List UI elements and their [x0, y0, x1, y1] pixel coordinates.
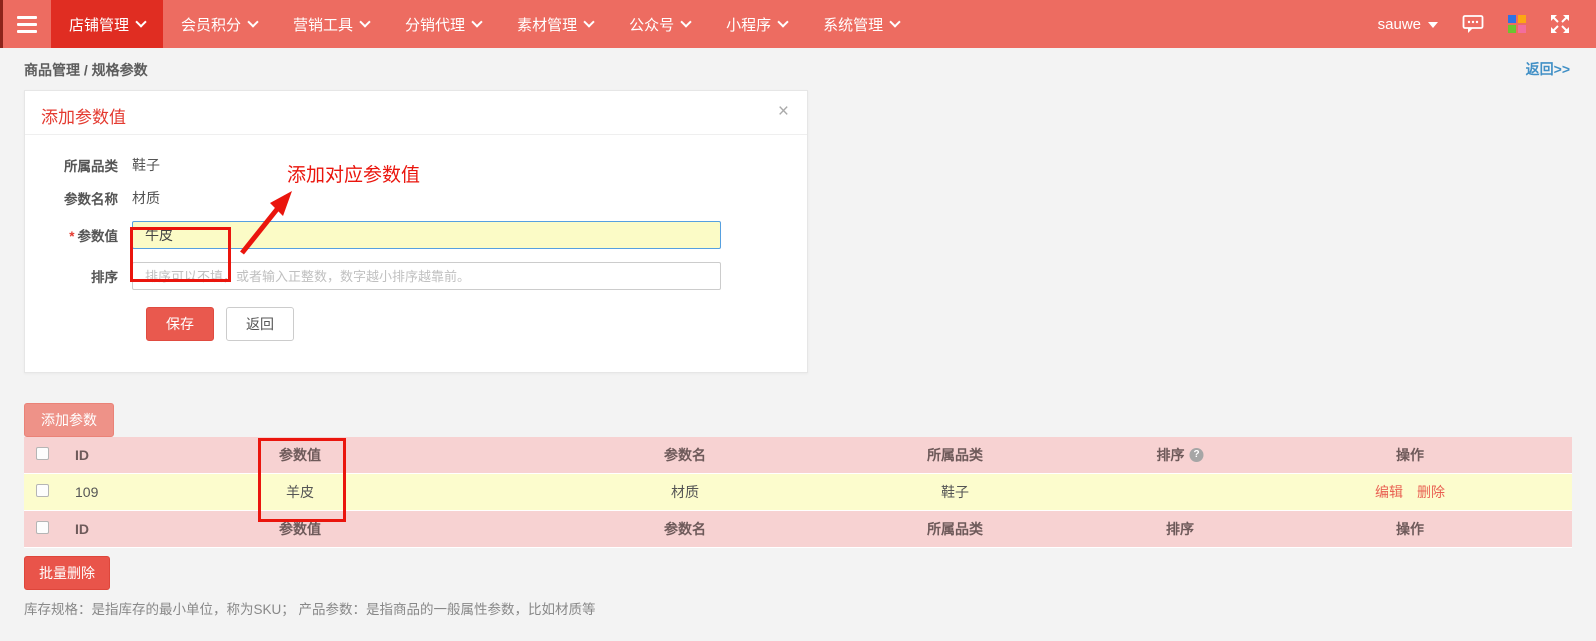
apps-button[interactable]	[1508, 15, 1526, 33]
chevron-down-icon	[680, 16, 691, 27]
nav-menu: 店铺管理 会员积分 营销工具 分销代理 素材管理 公众号 小程序 系统管理	[51, 0, 917, 48]
header-name: 参数名	[664, 445, 706, 465]
add-param-value-modal: 添加参数值 × 所属品类 鞋子 参数名称 材质 *参数值 排序 保存 返回	[24, 90, 808, 373]
category-row: 所属品类 鞋子	[25, 155, 807, 175]
param-value-row: *参数值	[25, 221, 807, 249]
apps-grid-icon	[1508, 15, 1526, 33]
header-action: 操作	[1396, 445, 1424, 465]
header-sort: 排序	[1166, 519, 1194, 539]
header-value: 参数值	[279, 519, 321, 539]
cell-category: 鞋子	[941, 482, 969, 502]
help-icon[interactable]: ?	[1190, 448, 1204, 462]
table-row: 109 羊皮 材质 鞋子 编辑删除	[24, 474, 1572, 511]
cell-name: 材质	[671, 482, 699, 502]
params-table: ID 参数值 参数名 所属品类 排序? 操作 109 羊皮 材质 鞋子 编辑删除…	[24, 437, 1572, 548]
username: sauwe	[1378, 16, 1421, 33]
row-checkbox[interactable]	[36, 484, 49, 500]
nav-item-distribution-agent[interactable]: 分销代理	[387, 0, 499, 48]
header-category: 所属品类	[927, 445, 983, 465]
table-header-row-top: ID 参数值 参数名 所属品类 排序? 操作	[24, 437, 1572, 474]
caret-down-icon	[1428, 22, 1438, 28]
header-category: 所属品类	[927, 519, 983, 539]
sort-label: 排序	[25, 266, 132, 286]
cell-actions: 编辑删除	[1375, 482, 1445, 502]
fullscreen-icon	[1550, 14, 1570, 34]
param-value-input[interactable]	[132, 221, 721, 249]
param-name-value: 材质	[132, 188, 160, 208]
nav-item-marketing-tools[interactable]: 营销工具	[275, 0, 387, 48]
nav-item-official-account[interactable]: 公众号	[611, 0, 708, 48]
add-param-button[interactable]: 添加参数	[24, 403, 114, 437]
required-asterisk: *	[69, 229, 74, 244]
nav-item-system-management[interactable]: 系统管理	[805, 0, 917, 48]
cell-id: 109	[75, 484, 98, 500]
select-all-checkbox[interactable]	[36, 521, 49, 537]
modal-buttons: 保存 返回	[146, 307, 807, 341]
header-id: ID	[75, 521, 89, 537]
header-id: ID	[75, 447, 89, 463]
select-all-checkbox[interactable]	[36, 447, 49, 463]
param-name-row: 参数名称 材质	[25, 188, 807, 208]
messages-button[interactable]	[1462, 14, 1484, 34]
header-sort: 排序?	[1157, 445, 1204, 465]
param-value-label: *参数值	[25, 225, 132, 245]
back-link[interactable]: 返回>>	[1526, 59, 1570, 79]
back-button[interactable]: 返回	[226, 307, 294, 341]
header-action: 操作	[1396, 519, 1424, 539]
category-value: 鞋子	[132, 155, 160, 175]
chevron-down-icon	[471, 16, 482, 27]
modal-header: 添加参数值 ×	[25, 91, 807, 135]
header-value: 参数值	[279, 445, 321, 465]
chevron-down-icon	[777, 16, 788, 27]
breadcrumb: 商品管理 / 规格参数	[24, 60, 148, 80]
category-label: 所属品类	[25, 155, 132, 175]
top-navbar: 店铺管理 会员积分 营销工具 分销代理 素材管理 公众号 小程序 系统管理 sa…	[0, 0, 1596, 48]
hamburger-menu-icon[interactable]	[3, 0, 51, 48]
message-bubble-icon	[1462, 14, 1484, 34]
cell-value: 羊皮	[286, 482, 314, 502]
footer-note: 库存规格：是指库存的最小单位，称为SKU； 产品参数：是指商品的一般属性参数，比…	[24, 598, 596, 618]
save-button[interactable]: 保存	[146, 307, 214, 341]
nav-item-material-management[interactable]: 素材管理	[499, 0, 611, 48]
chevron-down-icon	[359, 16, 370, 27]
header-name: 参数名	[664, 519, 706, 539]
page: 店铺管理 会员积分 营销工具 分销代理 素材管理 公众号 小程序 系统管理 sa…	[0, 0, 1596, 641]
batch-delete-button[interactable]: 批量删除	[24, 556, 110, 590]
nav-item-mini-program[interactable]: 小程序	[708, 0, 805, 48]
nav-item-shop-management[interactable]: 店铺管理	[51, 0, 163, 48]
close-icon[interactable]: ×	[778, 101, 789, 123]
breadcrumb-bar: 商品管理 / 规格参数 返回>>	[0, 48, 1596, 88]
chevron-down-icon	[247, 16, 258, 27]
sort-row: 排序	[25, 262, 807, 290]
sort-input[interactable]	[132, 262, 721, 290]
chevron-down-icon	[889, 16, 900, 27]
delete-link[interactable]: 删除	[1417, 484, 1445, 500]
chevron-down-icon	[135, 16, 146, 27]
navbar-right: sauwe	[1378, 0, 1596, 48]
table-header-row-bottom: ID 参数值 参数名 所属品类 排序 操作	[24, 511, 1572, 548]
nav-item-member-points[interactable]: 会员积分	[163, 0, 275, 48]
modal-body: 所属品类 鞋子 参数名称 材质 *参数值 排序 保存 返回	[25, 135, 807, 341]
modal-title: 添加参数值	[41, 103, 126, 128]
edit-link[interactable]: 编辑	[1375, 484, 1403, 500]
fullscreen-button[interactable]	[1550, 14, 1570, 34]
chevron-down-icon	[583, 16, 594, 27]
param-name-label: 参数名称	[25, 188, 132, 208]
user-dropdown[interactable]: sauwe	[1378, 16, 1438, 33]
